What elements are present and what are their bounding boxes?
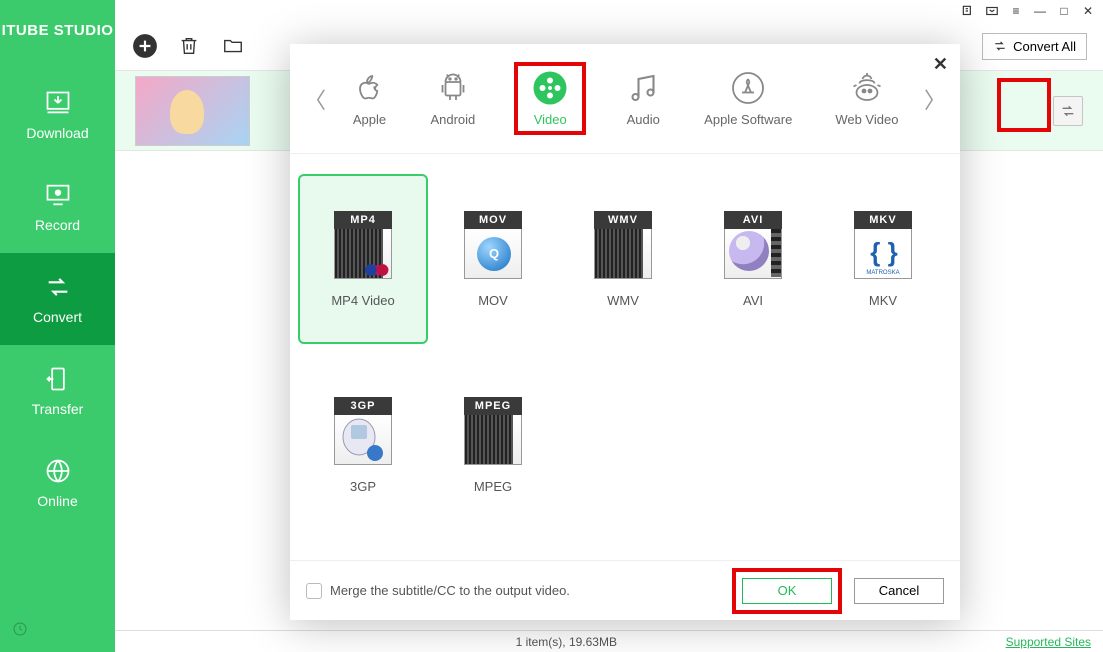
tabs-prev-arrow[interactable]: 〈	[300, 83, 330, 115]
format-avi[interactable]: AVI AVI	[688, 174, 818, 344]
mpeg-icon: MPEG	[464, 397, 522, 465]
merge-subtitle-checkbox[interactable]	[306, 583, 322, 599]
convert-small-icon	[1060, 103, 1076, 119]
modal-footer: Merge the subtitle/CC to the output vide…	[290, 560, 960, 620]
mp4-icon: MP4	[334, 211, 392, 279]
music-note-icon	[625, 70, 661, 106]
web-video-icon	[849, 70, 885, 106]
tab-web-video[interactable]: Web Video	[831, 62, 902, 135]
status-text: 1 item(s), 19.63MB	[127, 635, 1006, 649]
cancel-button[interactable]: Cancel	[854, 578, 944, 604]
format-wmv[interactable]: WMV WMV	[558, 174, 688, 344]
tabs-next-arrow[interactable]: 〉	[920, 83, 950, 115]
tab-android[interactable]: Android	[426, 62, 479, 135]
format-grid: MP4 MP4 Video MOV Q MOV WMV WMV AVI AV	[290, 154, 960, 566]
transfer-icon	[44, 365, 72, 393]
ok-button[interactable]: OK	[742, 578, 832, 604]
rate-icon[interactable]	[985, 4, 999, 18]
delete-button[interactable]	[175, 32, 203, 60]
wmv-icon: WMV	[594, 211, 652, 279]
app-title: ITUBE STUDIO	[0, 0, 115, 69]
supported-sites-link[interactable]: Supported Sites	[1006, 635, 1091, 649]
history-icon[interactable]	[12, 621, 28, 642]
tab-apple-software[interactable]: Apple Software	[700, 62, 796, 135]
add-button[interactable]	[131, 32, 159, 60]
convert-item-button[interactable]	[1053, 96, 1083, 126]
nav-record[interactable]: Record	[0, 161, 115, 253]
globe-icon	[44, 457, 72, 485]
mov-icon: MOV Q	[464, 211, 522, 279]
maximize-icon[interactable]: □	[1057, 4, 1071, 18]
tab-video[interactable]: Video	[514, 62, 586, 135]
tab-apple[interactable]: Apple	[347, 62, 391, 135]
titlebar: ≡ — □ ✕	[115, 0, 1103, 22]
format-modal: ✕ 〈 Apple Android Video Audio Apple Soft	[290, 44, 960, 620]
format-mp4[interactable]: MP4 MP4 Video	[298, 174, 428, 344]
tab-audio[interactable]: Audio	[621, 62, 665, 135]
format-mkv[interactable]: MKV { }MATROSKA MKV	[818, 174, 948, 344]
feedback-icon[interactable]	[961, 4, 975, 18]
convert-all-button[interactable]: Convert All	[982, 33, 1087, 60]
status-bar: 1 item(s), 19.63MB Supported Sites	[115, 630, 1103, 652]
highlight-convert-item	[997, 78, 1051, 132]
video-thumbnail	[135, 76, 250, 146]
sidebar: ITUBE STUDIO Download Record Convert Tra…	[0, 0, 115, 652]
highlight-ok: OK	[732, 568, 842, 614]
format-mpeg[interactable]: MPEG MPEG	[428, 360, 558, 530]
minimize-icon[interactable]: —	[1033, 4, 1047, 18]
convert-icon	[44, 273, 72, 301]
avi-icon: AVI	[724, 211, 782, 279]
3gp-icon: 3GP	[334, 397, 392, 465]
format-mov[interactable]: MOV Q MOV	[428, 174, 558, 344]
format-3gp[interactable]: 3GP 3GP	[298, 360, 428, 530]
video-reel-icon	[532, 70, 568, 106]
modal-close-icon[interactable]: ✕	[933, 54, 948, 75]
mkv-icon: MKV { }MATROSKA	[854, 211, 912, 279]
android-icon	[435, 70, 471, 106]
merge-subtitle-label: Merge the subtitle/CC to the output vide…	[330, 583, 570, 598]
apple-logo-icon	[351, 70, 387, 106]
convert-all-icon	[993, 39, 1007, 53]
folder-button[interactable]	[219, 32, 247, 60]
nav-download[interactable]: Download	[0, 69, 115, 161]
nav-transfer[interactable]: Transfer	[0, 345, 115, 437]
app-store-icon	[730, 70, 766, 106]
record-icon	[44, 181, 72, 209]
format-category-tabs: 〈 Apple Android Video Audio Apple Softwa…	[290, 44, 960, 154]
nav-convert[interactable]: Convert	[0, 253, 115, 345]
close-window-icon[interactable]: ✕	[1081, 4, 1095, 18]
menu-icon[interactable]: ≡	[1009, 4, 1023, 18]
nav-online[interactable]: Online	[0, 437, 115, 529]
download-icon	[44, 89, 72, 117]
